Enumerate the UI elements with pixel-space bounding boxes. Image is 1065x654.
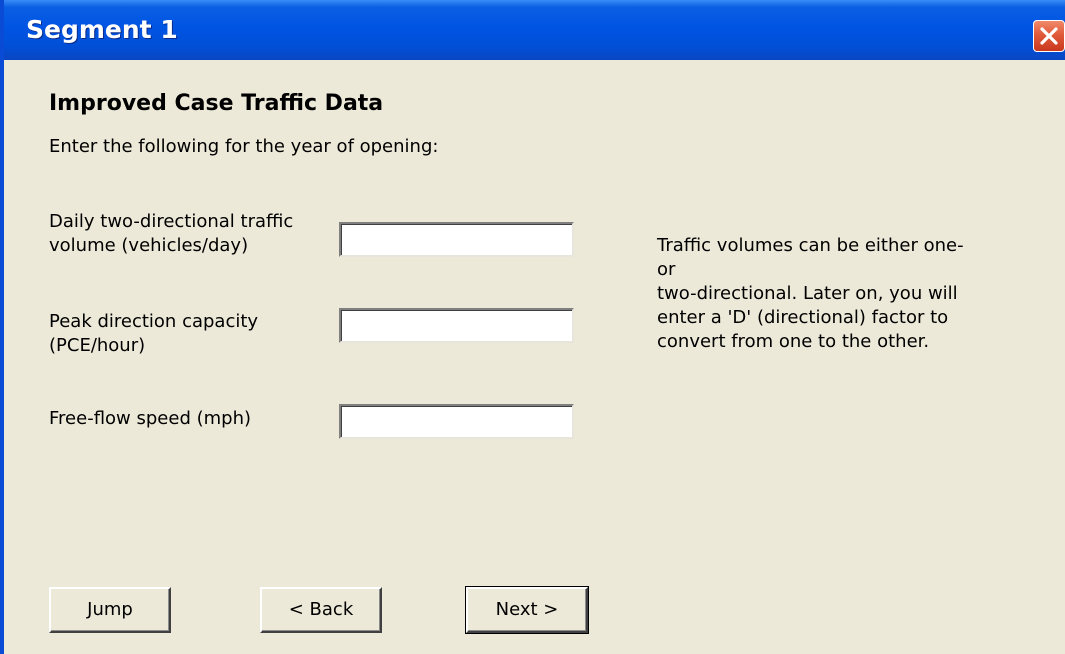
page-heading: Improved Case Traffic Data	[49, 91, 384, 116]
note-line: enter a 'D' (directional) factor to	[657, 307, 949, 328]
traffic-volume-label: Daily two-directional traffic volume (ve…	[49, 210, 329, 258]
free-flow-speed-label: Free-flow speed (mph)	[49, 407, 329, 431]
free-flow-speed-label-line1: Free-flow speed (mph)	[49, 408, 251, 429]
note-line: convert from one to the other.	[657, 331, 930, 352]
note-line: Traffic volumes can be either one- or	[657, 235, 964, 280]
directional-note: Traffic volumes can be either one- or tw…	[657, 234, 987, 354]
capacity-label: Peak direction capacity (PCE/hour)	[49, 310, 329, 358]
traffic-volume-input[interactable]	[339, 222, 574, 257]
traffic-volume-label-line1: Daily two-directional traffic	[49, 211, 294, 232]
jump-button[interactable]: Jump	[49, 587, 171, 633]
dialog-content: Improved Case Traffic Data Enter the fol…	[8, 60, 1065, 654]
dialog-window: Segment 1 Improved Case Traffic Data Ent…	[0, 0, 1065, 654]
title-bar[interactable]: Segment 1	[4, 0, 1065, 60]
free-flow-speed-input[interactable]	[339, 404, 574, 439]
next-button[interactable]: Next >	[465, 586, 589, 634]
close-button[interactable]	[1033, 20, 1065, 52]
back-button[interactable]: < Back	[260, 587, 382, 633]
capacity-input[interactable]	[339, 308, 574, 343]
window-title: Segment 1	[26, 15, 178, 44]
capacity-label-line1: Peak direction capacity	[49, 311, 259, 332]
note-line: two-directional. Later on, you will	[657, 283, 958, 304]
traffic-volume-label-line2: volume (vehicles/day)	[49, 235, 249, 256]
close-icon	[1040, 27, 1058, 45]
instruction-text: Enter the following for the year of open…	[49, 136, 439, 157]
capacity-label-line2: (PCE/hour)	[49, 335, 146, 356]
